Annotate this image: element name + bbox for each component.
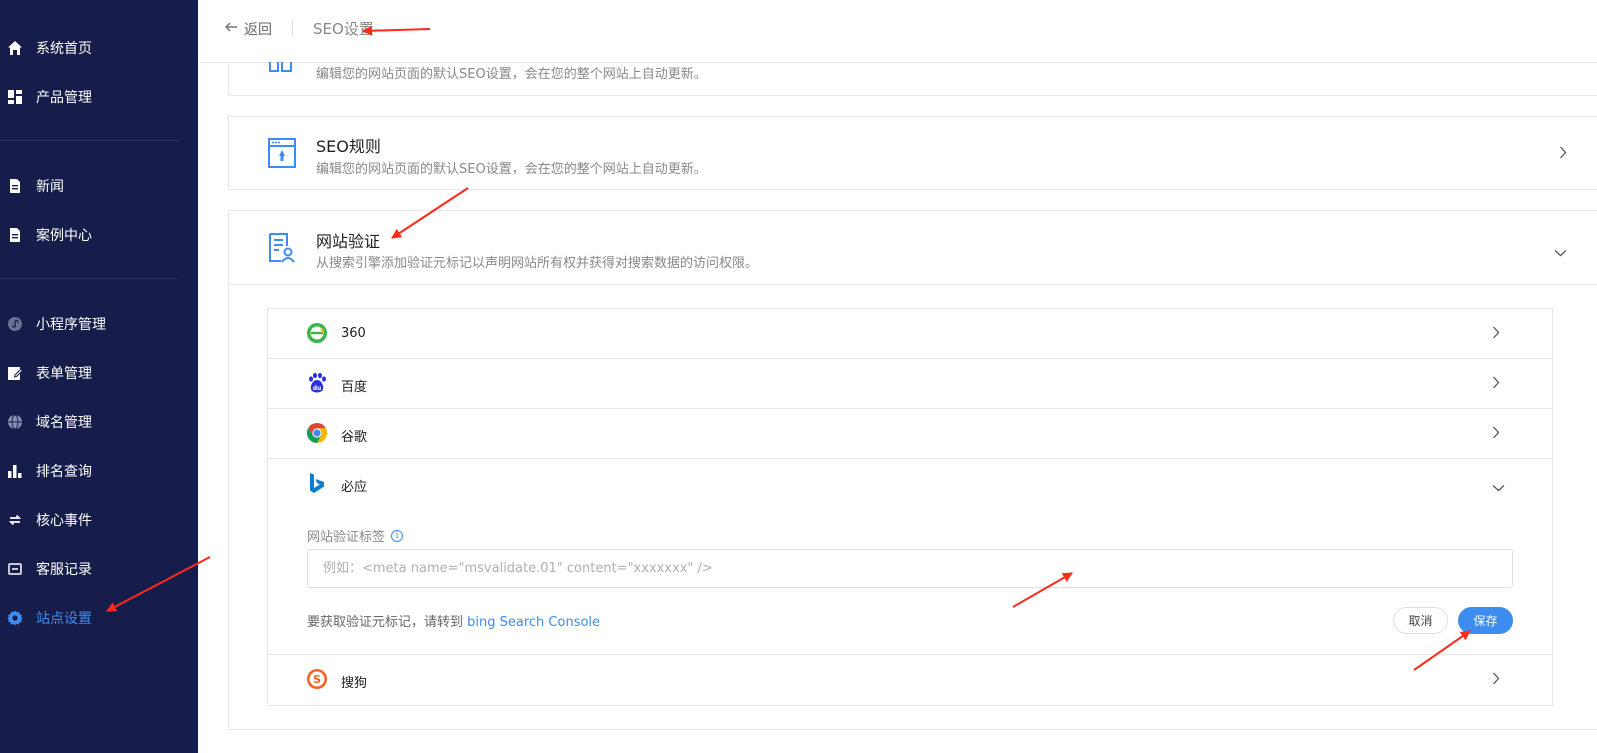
- bing-logo-icon: [306, 472, 328, 494]
- svg-text:S: S: [313, 673, 321, 686]
- engine-row-360[interactable]: 360: [268, 309, 1552, 359]
- verify-tag-label: 网站验证标签 i: [307, 526, 404, 545]
- browser-rules-icon: [267, 137, 297, 174]
- engine-label: 360: [341, 326, 366, 341]
- back-button[interactable]: 返回: [224, 19, 272, 39]
- engine-row-bing[interactable]: 必应: [268, 459, 1552, 509]
- bing-search-console-link[interactable]: bing Search Console: [467, 615, 600, 630]
- chevron-right-icon: [1559, 146, 1567, 164]
- sidebar-item-news[interactable]: 新闻: [0, 171, 198, 201]
- sidebar-item-site-settings[interactable]: 站点设置: [0, 603, 198, 633]
- message-icon: [7, 561, 23, 577]
- globe-icon: [7, 414, 23, 430]
- certificate-user-icon: [267, 232, 295, 269]
- sidebar-item-label: 新闻: [36, 179, 64, 195]
- sidebar-item-label: 域名管理: [36, 415, 92, 431]
- sidebar-divider: [0, 140, 178, 141]
- sidebar-divider: [0, 278, 178, 279]
- seo-rules-title: SEO规则: [316, 137, 381, 156]
- home-icon: [7, 40, 23, 56]
- verify-tag-label-text: 网站验证标签: [307, 530, 386, 545]
- engine-label: 百度: [341, 380, 368, 395]
- gear-icon: [7, 610, 23, 626]
- chevron-down-icon: [1554, 244, 1567, 262]
- seo-rules-card[interactable]: SEO规则 编辑您的网站页面的默认SEO设置，会在您的整个网站上自动更新。: [228, 116, 1597, 190]
- sidebar-item-domains[interactable]: 域名管理: [0, 407, 198, 437]
- info-icon[interactable]: i: [391, 529, 404, 542]
- document-icon: [7, 178, 23, 194]
- engine-label: 搜狗: [341, 676, 368, 691]
- save-button[interactable]: 保存: [1458, 607, 1513, 634]
- sidebar-item-service-log[interactable]: 客服记录: [0, 554, 198, 584]
- search-engine-list: 360 du 百度 谷歌 必应 S 搜狗: [267, 308, 1553, 706]
- chevron-right-icon: [1492, 376, 1500, 394]
- mini-program-icon: [7, 316, 23, 332]
- chrome-logo-icon: [306, 422, 328, 444]
- sidebar-item-label: 产品管理: [36, 90, 92, 106]
- sidebar-item-ranking[interactable]: 排名查询: [0, 456, 198, 486]
- form-edit-icon: [7, 365, 23, 381]
- sidebar-item-cases[interactable]: 案例中心: [0, 220, 198, 250]
- verify-hint-text: 要获取验证元标记，请转到: [307, 615, 468, 630]
- dashboard-icon: [7, 89, 23, 105]
- engine-row-baidu[interactable]: du 百度: [268, 359, 1552, 409]
- sidebar-item-mini-program[interactable]: 小程序管理: [0, 309, 198, 339]
- site-verify-header[interactable]: 网站验证 从搜索引擎添加验证元标记以声明网站所有权并获得对搜索数据的访问权限。: [229, 211, 1597, 285]
- cancel-button[interactable]: 取消: [1393, 607, 1448, 634]
- engine-row-sogou[interactable]: S 搜狗: [268, 655, 1552, 705]
- document-icon: [7, 227, 23, 243]
- sidebar-item-label: 排名查询: [36, 464, 92, 480]
- svg-text:du: du: [313, 385, 322, 392]
- baidu-logo-icon: du: [306, 372, 328, 394]
- seo-rules-description: 编辑您的网站页面的默认SEO设置，会在您的整个网站上自动更新。: [316, 162, 707, 177]
- sidebar-item-events[interactable]: 核心事件: [0, 505, 198, 535]
- header-divider: [292, 20, 293, 36]
- sogou-logo-icon: S: [306, 668, 328, 690]
- 360-logo-icon: [306, 322, 328, 344]
- chevron-right-icon: [1492, 426, 1500, 444]
- seo-basic-description: 编辑您的网站页面的默认SEO设置，会在您的整个网站上自动更新。: [316, 67, 707, 82]
- sidebar-item-label: 案例中心: [36, 228, 92, 244]
- chevron-down-icon: [1492, 479, 1505, 497]
- site-verify-title: 网站验证: [316, 232, 381, 251]
- sidebar-item-forms[interactable]: 表单管理: [0, 358, 198, 388]
- engine-label: 必应: [341, 480, 368, 495]
- chevron-right-icon: [1492, 672, 1500, 690]
- page-header: 返回 SEO设置: [198, 0, 1597, 63]
- verify-tag-input[interactable]: [307, 549, 1513, 588]
- sidebar-item-label: 表单管理: [36, 366, 92, 382]
- back-label: 返回: [244, 22, 272, 38]
- sidebar-item-label: 核心事件: [36, 513, 92, 529]
- sidebar-item-products[interactable]: 产品管理: [0, 82, 198, 112]
- sidebar-item-label: 系统首页: [36, 41, 92, 57]
- arrow-left-icon: [224, 20, 238, 39]
- site-verify-description: 从搜索引擎添加验证元标记以声明网站所有权并获得对搜索数据的访问权限。: [316, 256, 759, 271]
- sidebar-item-label: 客服记录: [36, 562, 92, 578]
- chevron-right-icon: [1492, 326, 1500, 344]
- page-title: SEO设置: [313, 20, 374, 38]
- bar-chart-icon: [7, 463, 23, 479]
- sidebar-item-label: 小程序管理: [36, 317, 106, 333]
- verify-hint: 要获取验证元标记，请转到 bing Search Console: [307, 611, 600, 630]
- sidebar-item-home[interactable]: 系统首页: [0, 33, 198, 63]
- engine-row-google[interactable]: 谷歌: [268, 409, 1552, 459]
- seo-basic-icon: [267, 61, 295, 79]
- seo-basic-card[interactable]: 编辑您的网站页面的默认SEO设置，会在您的整个网站上自动更新。: [228, 61, 1597, 96]
- sync-icon: [7, 512, 23, 528]
- engine-label: 谷歌: [341, 430, 368, 445]
- sidebar: 系统首页 产品管理 新闻 案例中心 小程序管理 表单管理 域名管理 排名查询 核…: [0, 0, 198, 753]
- sidebar-item-label: 站点设置: [36, 611, 92, 627]
